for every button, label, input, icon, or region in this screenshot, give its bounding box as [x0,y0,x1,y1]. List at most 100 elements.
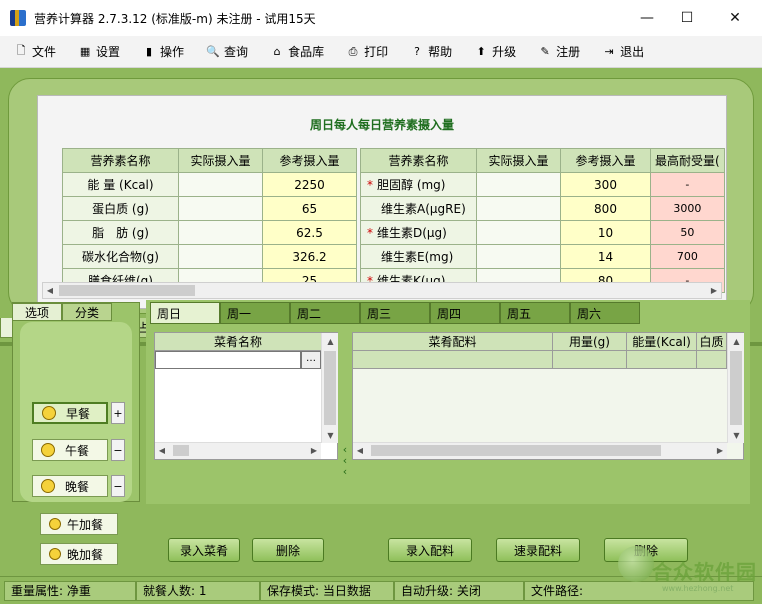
tab-day-1[interactable]: 周一 [220,302,290,324]
close-button[interactable]: ✕ [712,0,758,36]
actual-intake[interactable] [178,172,263,197]
required-star: * [367,178,373,192]
actual-intake[interactable] [476,172,561,197]
nutrient-name: 维生素E(mg) [360,244,477,269]
menu-upgrade[interactable]: ⬆ 升级 [474,43,517,60]
reference-intake[interactable]: 65 [262,196,357,221]
status-auto-upgrade: 自动升级: 关闭 [394,580,524,601]
actual-intake[interactable] [178,220,263,245]
meal-button-0[interactable]: 早餐 [32,402,108,424]
remove-meal-button[interactable]: − [111,475,125,497]
menu-house[interactable]: ⌂ 食品库 [270,43,325,60]
table-row: * 维生素D(μg) 10 50 [360,220,725,245]
tab-left-1[interactable]: 分类 [62,303,112,321]
ingredient-table[interactable]: 菜肴配料 用量(g) 能量(Kcal) 白质 ▲ ▼ ◀ ▶ [352,332,744,460]
menu-search-doc[interactable]: 🔍 查询 [206,43,248,60]
menu-exit[interactable]: ⇥ 退出 [602,43,645,60]
nutrient-name: 碳水化合物(g) [62,244,179,269]
add-dish-button[interactable]: 录入菜肴 [168,538,240,562]
scroll-right-icon[interactable]: ▶ [707,283,721,298]
tab-day-5[interactable]: 周五 [500,302,570,324]
reference-intake[interactable]: 14 [560,244,651,269]
menu-printer[interactable]: ⎙ 打印 [346,43,388,60]
menu-grid[interactable]: ▦ 设置 [78,43,120,60]
tab-day-3[interactable]: 周三 [360,302,430,324]
ingredient-hscroll[interactable]: ◀ ▶ [353,442,727,459]
actual-intake[interactable] [178,196,263,221]
column-header: 营养素名称 [360,148,477,173]
column-header: 白质 [697,333,727,350]
reference-intake[interactable]: 800 [560,196,651,221]
ingredient-row[interactable] [353,351,727,369]
tab-day-0[interactable]: 周日 [150,302,220,324]
help-icon: ? [414,45,421,58]
column-header: 用量(g) [553,333,627,350]
menu-register[interactable]: ✎ 注册 [538,43,581,60]
menu-file[interactable]: 🗋 文件 [14,43,56,60]
nutrition-hscroll[interactable]: ◀ ▶ [42,282,722,299]
scroll-thumb[interactable] [324,351,336,425]
move-left-icon[interactable]: ‹ ‹ ‹ [340,444,350,477]
scroll-up-icon[interactable]: ▲ [728,333,745,349]
actual-intake[interactable] [476,244,561,269]
actual-intake[interactable] [476,196,561,221]
reference-intake[interactable]: 2250 [262,172,357,197]
menu-bar-chart[interactable]: ▮ 操作 [142,43,184,60]
scroll-thumb[interactable] [371,445,661,456]
ingredient-vscroll[interactable]: ▲ ▼ [727,333,744,443]
watermark-logo-icon [618,546,654,582]
dish-browse-button[interactable]: … [301,351,321,369]
meal-button-1[interactable]: 午餐 [32,439,108,461]
clock-icon [42,406,56,420]
actual-intake[interactable] [476,220,561,245]
watermark: 合众软件园 www.hezhong.net [612,540,762,600]
scroll-right-icon[interactable]: ▶ [713,443,727,458]
dish-input[interactable] [155,351,301,369]
meal-label: 午餐 [65,443,90,458]
column-header: 营养素名称 [62,148,179,173]
remove-meal-button[interactable]: − [111,439,125,461]
actual-intake[interactable] [178,244,263,269]
scroll-left-icon[interactable]: ◀ [155,443,169,458]
reference-intake[interactable]: 300 [560,172,651,197]
scroll-thumb[interactable] [59,285,195,296]
tab-day-4[interactable]: 周四 [430,302,500,324]
reference-intake[interactable]: 10 [560,220,651,245]
tab-day-6[interactable]: 周六 [570,302,640,324]
scroll-up-icon[interactable]: ▲ [322,333,339,349]
reference-intake[interactable]: 62.5 [262,220,357,245]
add-meal-button[interactable]: + [111,402,125,424]
quick-ingredient-button[interactable]: 速录配料 [496,538,580,562]
reference-intake[interactable]: 326.2 [262,244,357,269]
meal-button-4[interactable]: 晚加餐 [40,543,118,565]
scroll-right-icon[interactable]: ▶ [307,443,321,458]
nutrition-title: 周日每人每日营养素摄入量 [309,118,454,132]
scroll-left-icon[interactable]: ◀ [353,443,367,458]
table-row: 蛋白质 (g) 65 [62,196,357,221]
dish-hscroll[interactable]: ◀ ▶ [155,442,321,459]
meal-button-3[interactable]: 午加餐 [40,513,118,535]
maximize-button[interactable]: ☐ [664,0,710,36]
menu-help[interactable]: ? 帮助 [410,43,452,60]
dish-vscroll[interactable]: ▲ ▼ [321,333,338,443]
delete-dish-button[interactable]: 删除 [252,538,324,562]
scroll-down-icon[interactable]: ▼ [322,427,339,443]
scroll-thumb[interactable] [730,351,742,425]
watermark-sub: www.hezhong.net [662,584,734,593]
scroll-down-icon[interactable]: ▼ [728,427,745,443]
max-tolerance[interactable]: 3000 [650,196,725,221]
menu-label: 操作 [160,45,185,59]
max-tolerance[interactable]: 50 [650,220,725,245]
scroll-left-icon[interactable]: ◀ [43,283,57,298]
max-tolerance[interactable]: - [650,172,725,197]
tab-day-2[interactable]: 周二 [290,302,360,324]
meal-button-2[interactable]: 晚餐 [32,475,108,497]
scroll-thumb[interactable] [173,445,189,456]
dish-list[interactable]: 菜肴名称 … ▲ ▼ ◀ ▶ [154,332,338,460]
day-tabs: 周日 周一 周二 周三 周四 周五 周六 [150,302,640,324]
table-row: 能 量 (Kcal) 2250 [62,172,357,197]
tab-left-0[interactable]: 选项 [12,303,62,321]
max-tolerance[interactable]: 700 [650,244,725,269]
add-ingredient-button[interactable]: 录入配料 [388,538,472,562]
menu-label: 帮助 [428,45,453,59]
